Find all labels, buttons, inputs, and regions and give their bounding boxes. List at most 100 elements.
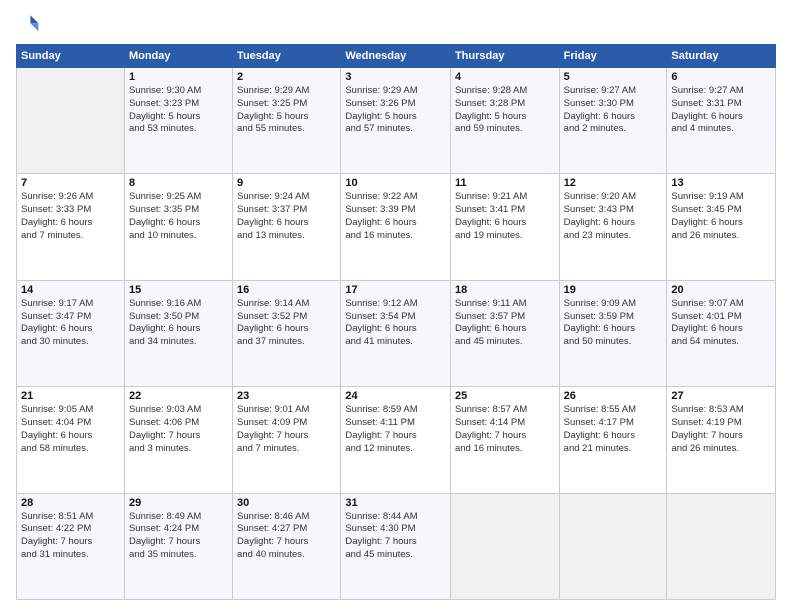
day-number: 12 — [564, 177, 663, 189]
day-info: Sunrise: 9:26 AM Sunset: 3:33 PM Dayligh… — [21, 191, 120, 242]
calendar-cell: 1 Sunrise: 9:30 AM Sunset: 3:23 PM Daylig… — [124, 68, 232, 174]
day-info: Sunrise: 9:09 AM Sunset: 3:59 PM Dayligh… — [564, 298, 663, 349]
calendar-cell: 20 Sunrise: 9:07 AM Sunset: 4:01 PM Dayli… — [667, 280, 776, 386]
calendar-cell: 22 Sunrise: 9:03 AM Sunset: 4:06 PM Dayli… — [124, 387, 232, 493]
day-info: Sunrise: 9:03 AM Sunset: 4:06 PM Dayligh… — [129, 404, 228, 455]
day-number: 25 — [455, 390, 555, 402]
day-info: Sunrise: 8:44 AM Sunset: 4:30 PM Dayligh… — [345, 511, 446, 562]
day-info: Sunrise: 9:27 AM Sunset: 3:31 PM Dayligh… — [671, 85, 771, 136]
calendar-cell: 6 Sunrise: 9:27 AM Sunset: 3:31 PM Daylig… — [667, 68, 776, 174]
calendar-cell: 2 Sunrise: 9:29 AM Sunset: 3:25 PM Daylig… — [233, 68, 341, 174]
day-number: 21 — [21, 390, 120, 402]
day-number: 9 — [237, 177, 336, 189]
day-number: 16 — [237, 284, 336, 296]
day-info: Sunrise: 9:29 AM Sunset: 3:26 PM Dayligh… — [345, 85, 446, 136]
weekday-header: Monday — [124, 45, 232, 68]
day-info: Sunrise: 9:22 AM Sunset: 3:39 PM Dayligh… — [345, 191, 446, 242]
day-number: 19 — [564, 284, 663, 296]
day-number: 30 — [237, 497, 336, 509]
day-number: 10 — [345, 177, 446, 189]
day-number: 6 — [671, 71, 771, 83]
calendar-cell: 23 Sunrise: 9:01 AM Sunset: 4:09 PM Dayli… — [233, 387, 341, 493]
day-info: Sunrise: 8:59 AM Sunset: 4:11 PM Dayligh… — [345, 404, 446, 455]
calendar-week-row: 28 Sunrise: 8:51 AM Sunset: 4:22 PM Dayli… — [17, 493, 776, 599]
calendar-cell: 5 Sunrise: 9:27 AM Sunset: 3:30 PM Daylig… — [559, 68, 667, 174]
weekday-header: Sunday — [17, 45, 125, 68]
day-info: Sunrise: 9:14 AM Sunset: 3:52 PM Dayligh… — [237, 298, 336, 349]
calendar-cell: 3 Sunrise: 9:29 AM Sunset: 3:26 PM Daylig… — [341, 68, 451, 174]
calendar-cell — [17, 68, 125, 174]
day-number: 3 — [345, 71, 446, 83]
calendar-cell: 29Sunrise: 8:49 AM Sunset: 4:24 PM Dayli… — [124, 493, 232, 599]
day-number: 15 — [129, 284, 228, 296]
calendar-cell: 18 Sunrise: 9:11 AM Sunset: 3:57 PM Dayli… — [450, 280, 559, 386]
calendar-cell: 14 Sunrise: 9:17 AM Sunset: 3:47 PM Dayli… — [17, 280, 125, 386]
calendar-cell: 26 Sunrise: 8:55 AM Sunset: 4:17 PM Dayli… — [559, 387, 667, 493]
calendar-cell: 31 Sunrise: 8:44 AM Sunset: 4:30 PM Dayli… — [341, 493, 451, 599]
day-info: Sunrise: 9:07 AM Sunset: 4:01 PM Dayligh… — [671, 298, 771, 349]
calendar-cell: 15Sunrise: 9:16 AM Sunset: 3:50 PM Dayli… — [124, 280, 232, 386]
day-info: Sunrise: 9:21 AM Sunset: 3:41 PM Dayligh… — [455, 191, 555, 242]
day-number: 22 — [129, 390, 228, 402]
day-number: 23 — [237, 390, 336, 402]
day-info: Sunrise: 9:27 AM Sunset: 3:30 PM Dayligh… — [564, 85, 663, 136]
day-info: Sunrise: 9:12 AM Sunset: 3:54 PM Dayligh… — [345, 298, 446, 349]
day-number: 31 — [345, 497, 446, 509]
calendar-cell — [667, 493, 776, 599]
day-info: Sunrise: 8:53 AM Sunset: 4:19 PM Dayligh… — [671, 404, 771, 455]
day-info: Sunrise: 9:28 AM Sunset: 3:28 PM Dayligh… — [455, 85, 555, 136]
day-number: 1 — [129, 71, 228, 83]
day-info: Sunrise: 9:05 AM Sunset: 4:04 PM Dayligh… — [21, 404, 120, 455]
calendar-cell: 21 Sunrise: 9:05 AM Sunset: 4:04 PM Dayli… — [17, 387, 125, 493]
day-number: 27 — [671, 390, 771, 402]
day-info: Sunrise: 9:30 AM Sunset: 3:23 PM Dayligh… — [129, 85, 228, 136]
calendar-table: SundayMondayTuesdayWednesdayThursdayFrid… — [16, 44, 776, 600]
day-number: 2 — [237, 71, 336, 83]
day-info: Sunrise: 8:51 AM Sunset: 4:22 PM Dayligh… — [21, 511, 120, 562]
day-number: 11 — [455, 177, 555, 189]
day-info: Sunrise: 8:57 AM Sunset: 4:14 PM Dayligh… — [455, 404, 555, 455]
day-info: Sunrise: 9:19 AM Sunset: 3:45 PM Dayligh… — [671, 191, 771, 242]
day-info: Sunrise: 9:25 AM Sunset: 3:35 PM Dayligh… — [129, 191, 228, 242]
calendar-cell: 8Sunrise: 9:25 AM Sunset: 3:35 PM Daylig… — [124, 174, 232, 280]
calendar-cell: 10 Sunrise: 9:22 AM Sunset: 3:39 PM Dayli… — [341, 174, 451, 280]
day-info: Sunrise: 9:11 AM Sunset: 3:57 PM Dayligh… — [455, 298, 555, 349]
calendar-cell: 9 Sunrise: 9:24 AM Sunset: 3:37 PM Daylig… — [233, 174, 341, 280]
calendar-cell: 27 Sunrise: 8:53 AM Sunset: 4:19 PM Dayli… — [667, 387, 776, 493]
day-number: 26 — [564, 390, 663, 402]
logo-icon — [16, 12, 40, 36]
day-number: 24 — [345, 390, 446, 402]
day-number: 29 — [129, 497, 228, 509]
weekday-header: Friday — [559, 45, 667, 68]
calendar-week-row: 14 Sunrise: 9:17 AM Sunset: 3:47 PM Dayli… — [17, 280, 776, 386]
day-info: Sunrise: 8:55 AM Sunset: 4:17 PM Dayligh… — [564, 404, 663, 455]
day-info: Sunrise: 9:01 AM Sunset: 4:09 PM Dayligh… — [237, 404, 336, 455]
calendar-cell: 25 Sunrise: 8:57 AM Sunset: 4:14 PM Dayli… — [450, 387, 559, 493]
calendar-cell: 4Sunrise: 9:28 AM Sunset: 3:28 PM Daylig… — [450, 68, 559, 174]
day-info: Sunrise: 8:46 AM Sunset: 4:27 PM Dayligh… — [237, 511, 336, 562]
day-number: 5 — [564, 71, 663, 83]
calendar-cell: 13 Sunrise: 9:19 AM Sunset: 3:45 PM Dayli… — [667, 174, 776, 280]
calendar-cell: 24 Sunrise: 8:59 AM Sunset: 4:11 PM Dayli… — [341, 387, 451, 493]
calendar-cell: 16 Sunrise: 9:14 AM Sunset: 3:52 PM Dayli… — [233, 280, 341, 386]
day-info: Sunrise: 9:24 AM Sunset: 3:37 PM Dayligh… — [237, 191, 336, 242]
calendar-week-row: 1 Sunrise: 9:30 AM Sunset: 3:23 PM Daylig… — [17, 68, 776, 174]
day-info: Sunrise: 9:29 AM Sunset: 3:25 PM Dayligh… — [237, 85, 336, 136]
day-number: 20 — [671, 284, 771, 296]
calendar-week-row: 21 Sunrise: 9:05 AM Sunset: 4:04 PM Dayli… — [17, 387, 776, 493]
calendar-cell: 19 Sunrise: 9:09 AM Sunset: 3:59 PM Dayli… — [559, 280, 667, 386]
day-number: 17 — [345, 284, 446, 296]
day-info: Sunrise: 9:17 AM Sunset: 3:47 PM Dayligh… — [21, 298, 120, 349]
day-number: 28 — [21, 497, 120, 509]
logo — [16, 12, 42, 36]
day-number: 7 — [21, 177, 120, 189]
calendar-cell: 12Sunrise: 9:20 AM Sunset: 3:43 PM Dayli… — [559, 174, 667, 280]
calendar-cell: 17 Sunrise: 9:12 AM Sunset: 3:54 PM Dayli… — [341, 280, 451, 386]
day-number: 14 — [21, 284, 120, 296]
calendar-cell — [559, 493, 667, 599]
calendar-cell — [450, 493, 559, 599]
day-number: 18 — [455, 284, 555, 296]
calendar-cell: 7 Sunrise: 9:26 AM Sunset: 3:33 PM Daylig… — [17, 174, 125, 280]
day-number: 13 — [671, 177, 771, 189]
weekday-header: Saturday — [667, 45, 776, 68]
